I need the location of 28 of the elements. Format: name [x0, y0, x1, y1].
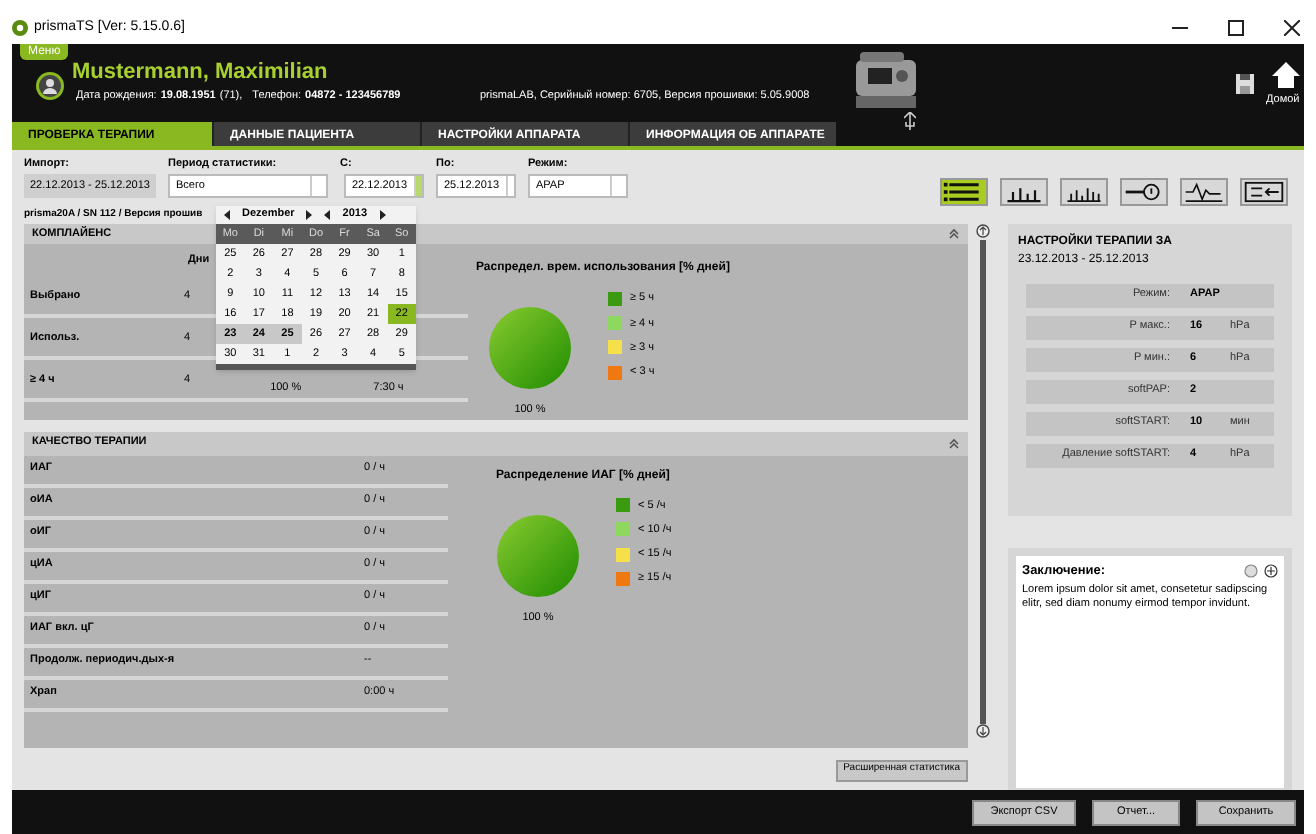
collapse-icon[interactable] — [948, 226, 960, 241]
collapse-icon[interactable] — [948, 436, 960, 450]
next-month-icon[interactable] — [306, 210, 313, 220]
view-button[interactable] — [1180, 178, 1228, 206]
close-icon[interactable] — [1284, 20, 1300, 36]
view-button[interactable] — [1240, 178, 1288, 206]
scrollbar[interactable] — [979, 239, 985, 723]
home-icon[interactable] — [1272, 62, 1300, 88]
add-icon[interactable] — [1264, 563, 1278, 578]
import-icon — [1242, 178, 1286, 206]
pie-chart — [496, 513, 580, 597]
view-button[interactable] — [1120, 178, 1168, 206]
previous-year-icon[interactable] — [324, 210, 331, 220]
usb-icon — [904, 112, 916, 132]
view-button[interactable] — [1000, 178, 1048, 206]
scroll-up-icon[interactable] — [975, 223, 989, 237]
pie-chart — [488, 306, 572, 391]
patient-name: Mustermann, Maximilian — [72, 62, 328, 84]
view-button[interactable] — [1060, 178, 1108, 206]
scroll-down-icon[interactable] — [975, 723, 989, 737]
avatar-icon — [36, 72, 64, 100]
view-button[interactable] — [940, 178, 988, 206]
save-icon[interactable] — [1236, 74, 1254, 94]
waveform-icon — [1182, 178, 1226, 206]
previous-month-icon[interactable] — [224, 210, 230, 220]
maximize-icon[interactable] — [1228, 20, 1244, 36]
app-logo-icon — [12, 20, 28, 36]
next-year-icon[interactable] — [379, 210, 386, 220]
